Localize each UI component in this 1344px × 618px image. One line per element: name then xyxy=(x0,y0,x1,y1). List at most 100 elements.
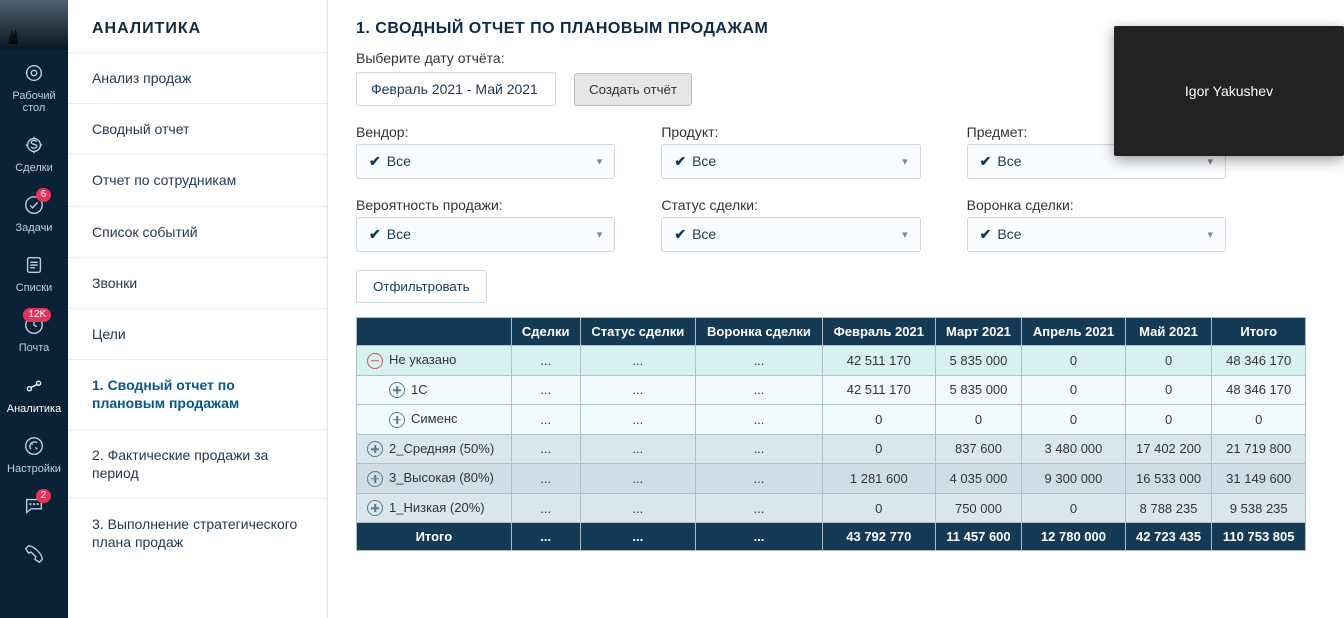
nav-item-3[interactable]: Список событий xyxy=(68,206,327,257)
footer-cell: ... xyxy=(511,523,580,551)
filter-value: Все xyxy=(387,153,411,169)
iconbar-label: Задачи xyxy=(16,222,53,234)
col-header: Сделки xyxy=(511,318,580,346)
cell: ... xyxy=(511,464,580,494)
iconbar-deals[interactable]: Сделки xyxy=(5,122,63,182)
cell: ... xyxy=(696,346,823,376)
iconbar-mail[interactable]: 12KПочта xyxy=(5,302,63,362)
expand-icon[interactable] xyxy=(389,412,405,428)
cell: ... xyxy=(511,346,580,376)
filter-select-0[interactable]: ✔Все▾ xyxy=(356,144,615,179)
cell: 750 000 xyxy=(935,493,1022,523)
badge: 12K xyxy=(23,308,51,322)
iconbar-settings[interactable]: Настройки xyxy=(5,423,63,483)
filter-label-5: Воронка сделки: xyxy=(967,197,1226,213)
cell: ... xyxy=(511,434,580,464)
row-label: 2_Средняя (50%) xyxy=(389,441,494,456)
cell: ... xyxy=(511,375,580,405)
col-header: Итого xyxy=(1212,318,1306,346)
col-header: Воронка сделки xyxy=(696,318,823,346)
cell: 0 xyxy=(1022,405,1125,435)
iconbar-analytics[interactable]: Аналитика xyxy=(5,363,63,423)
cell: 0 xyxy=(1125,405,1212,435)
filter-select-4[interactable]: ✔Все▾ xyxy=(661,217,920,252)
filter-select-1[interactable]: ✔ Все ▾ xyxy=(661,144,920,179)
cell: 0 xyxy=(1125,346,1212,376)
row-label-cell[interactable]: 3_Высокая (80%) xyxy=(357,464,512,494)
create-report-button[interactable]: Создать отчёт xyxy=(574,73,692,106)
footer-cell: Итого xyxy=(357,523,512,551)
table-row: 2_Средняя (50%).........0837 6003 480 00… xyxy=(357,434,1306,464)
row-label: 1С xyxy=(411,382,428,397)
iconbar-chat[interactable]: 2 xyxy=(5,483,63,531)
row-label-cell[interactable]: 1_Низкая (20%) xyxy=(357,493,512,523)
col-header xyxy=(357,318,512,346)
cell: ... xyxy=(696,464,823,494)
row-label: 1_Низкая (20%) xyxy=(389,500,485,515)
cell: 21 719 800 xyxy=(1212,434,1306,464)
cell: ... xyxy=(580,375,696,405)
table-row: Не указано.........42 511 1705 835 00000… xyxy=(357,346,1306,376)
nav-item-5[interactable]: Цели xyxy=(68,308,327,359)
cell: 5 835 000 xyxy=(935,375,1022,405)
check-icon: ✔ xyxy=(980,153,992,169)
iconbar-phone[interactable] xyxy=(5,531,63,579)
expand-icon[interactable] xyxy=(389,382,405,398)
footer-cell: 110 753 805 xyxy=(1212,523,1306,551)
expand-icon[interactable] xyxy=(367,500,383,516)
cell: 42 511 170 xyxy=(822,346,935,376)
collapse-icon[interactable] xyxy=(367,353,383,369)
footer-cell: 43 792 770 xyxy=(822,523,935,551)
nav-header: АНАЛИТИКА xyxy=(68,0,327,52)
iconbar-desktop[interactable]: Рабочийстол xyxy=(5,50,63,122)
cell: 5 835 000 xyxy=(935,346,1022,376)
chevron-down-icon: ▾ xyxy=(597,228,603,241)
table-row: 3_Высокая (80%).........1 281 6004 035 0… xyxy=(357,464,1306,494)
expand-icon[interactable] xyxy=(367,441,383,457)
row-label-cell[interactable]: 1С xyxy=(357,375,512,405)
cell: ... xyxy=(580,405,696,435)
nav-item-2[interactable]: Отчет по сотрудникам xyxy=(68,154,327,205)
footer-cell: ... xyxy=(580,523,696,551)
cell: 31 149 600 xyxy=(1212,464,1306,494)
cell: ... xyxy=(511,493,580,523)
cell: ... xyxy=(580,346,696,376)
row-label-cell[interactable]: Сименс xyxy=(357,405,512,435)
date-range-picker[interactable]: Февраль 2021 - Май 2021 xyxy=(356,72,556,106)
iconbar-lists[interactable]: Списки xyxy=(5,242,63,302)
col-header: Май 2021 xyxy=(1125,318,1212,346)
iconbar-tasks[interactable]: 6Задачи xyxy=(5,182,63,242)
row-label-cell[interactable]: 2_Средняя (50%) xyxy=(357,434,512,464)
filter-value: Все xyxy=(387,226,411,242)
nav-item-4[interactable]: Звонки xyxy=(68,257,327,308)
check-icon: ✔ xyxy=(980,226,992,242)
nav-item-0[interactable]: Анализ продаж xyxy=(68,52,327,103)
report-table: СделкиСтатус сделкиВоронка сделкиФевраль… xyxy=(356,317,1306,551)
settings-icon xyxy=(21,433,47,459)
filter-select-3[interactable]: ✔ Все ▾ xyxy=(356,217,615,252)
nav-item-8[interactable]: 3. Выполнение стратегического плана прод… xyxy=(68,498,327,567)
cell: 42 511 170 xyxy=(822,375,935,405)
nav-item-1[interactable]: Сводный отчет xyxy=(68,103,327,154)
cell: 9 300 000 xyxy=(1022,464,1125,494)
video-call-overlay[interactable]: Igor Yakushev xyxy=(1114,26,1344,156)
filter-label-1: Продукт: xyxy=(661,124,920,140)
filter-label-4: Статус сделки: xyxy=(661,197,920,213)
check-icon: ✔ xyxy=(369,226,381,242)
chevron-down-icon: ▾ xyxy=(902,155,908,168)
table-row: 1С.........42 511 1705 835 0000048 346 1… xyxy=(357,375,1306,405)
iconbar-label: Аналитика xyxy=(7,403,61,415)
phone-icon xyxy=(21,541,47,567)
check-icon: ✔ xyxy=(674,153,686,169)
nav-item-6[interactable]: 1. Сводный отчет по плановым продажам xyxy=(68,359,327,428)
filter-select-5[interactable]: ✔Все▾ xyxy=(967,217,1226,252)
analytics-icon xyxy=(21,373,47,399)
apply-filter-button[interactable]: Отфильтровать xyxy=(356,270,487,303)
filter-value: Все xyxy=(692,153,716,169)
expand-icon[interactable] xyxy=(367,471,383,487)
row-label-cell[interactable]: Не указано xyxy=(357,346,512,376)
cell: 3 480 000 xyxy=(1022,434,1125,464)
cell: ... xyxy=(696,375,823,405)
nav-item-7[interactable]: 2. Фактические продажи за период xyxy=(68,429,327,498)
cell: 0 xyxy=(1022,375,1125,405)
